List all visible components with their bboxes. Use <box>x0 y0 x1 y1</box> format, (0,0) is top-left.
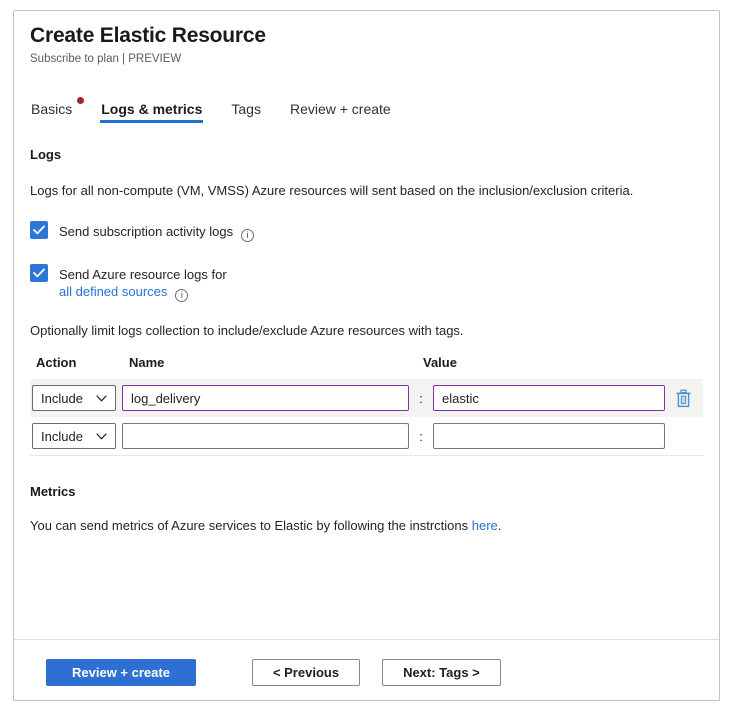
page-title: Create Elastic Resource <box>30 23 703 49</box>
delete-row-button[interactable] <box>671 386 695 410</box>
trash-icon <box>675 389 692 408</box>
tag-rules-table: Action Name Value Include : <box>30 355 703 456</box>
column-header-name: Name <box>120 355 411 370</box>
action-dropdown-value: Include <box>41 391 83 406</box>
tag-value-input[interactable] <box>433 423 665 449</box>
tab-tags[interactable]: Tags <box>230 101 262 123</box>
resource-logs-checkbox[interactable] <box>30 264 48 282</box>
tag-name-input[interactable] <box>122 385 409 411</box>
instructions-here-link[interactable]: here <box>472 518 498 533</box>
resource-logs-row: Send Azure resource logs for all defined… <box>30 264 703 302</box>
tab-review-create[interactable]: Review + create <box>289 101 392 123</box>
review-create-button[interactable]: Review + create <box>46 659 196 686</box>
key-value-separator: : <box>415 391 427 406</box>
action-dropdown-value: Include <box>41 429 83 444</box>
metrics-section-heading: Metrics <box>30 484 703 499</box>
tab-basics-label: Basics <box>31 101 72 117</box>
panel-content: Create Elastic Resource Subscribe to pla… <box>14 11 719 639</box>
tag-name-input[interactable] <box>122 423 409 449</box>
tab-basics[interactable]: Basics <box>30 101 73 123</box>
tab-review-create-label: Review + create <box>290 101 391 117</box>
info-icon[interactable] <box>175 289 188 302</box>
page-subtitle: Subscribe to plan | PREVIEW <box>30 53 703 65</box>
activity-logs-label: Send subscription activity logs <box>59 221 254 242</box>
previous-button[interactable]: < Previous <box>252 659 360 686</box>
tag-rule-row-empty: Include : <box>30 417 703 455</box>
column-header-value: Value <box>423 355 667 370</box>
tag-value-input[interactable] <box>433 385 665 411</box>
tag-table-header: Action Name Value <box>30 355 703 379</box>
action-dropdown[interactable]: Include <box>32 423 116 449</box>
wizard-footer: Review + create < Previous Next: Tags > <box>14 639 719 700</box>
column-header-action: Action <box>30 355 114 370</box>
chevron-down-icon <box>96 433 107 440</box>
logs-section-heading: Logs <box>30 147 703 162</box>
action-dropdown[interactable]: Include <box>32 385 116 411</box>
info-icon[interactable] <box>241 229 254 242</box>
tag-rule-row: Include : <box>30 379 703 417</box>
validation-error-dot <box>77 97 84 104</box>
checkmark-icon <box>33 225 45 235</box>
tab-logs-metrics-label: Logs & metrics <box>101 101 202 117</box>
activity-logs-row: Send subscription activity logs <box>30 221 703 242</box>
metrics-description: You can send metrics of Azure services t… <box>30 517 703 534</box>
resource-logs-label: Send Azure resource logs for all defined… <box>59 264 227 302</box>
logs-description: Logs for all non-compute (VM, VMSS) Azur… <box>30 182 703 199</box>
create-elastic-resource-panel: Create Elastic Resource Subscribe to pla… <box>13 10 720 701</box>
activity-logs-checkbox[interactable] <box>30 221 48 239</box>
chevron-down-icon <box>96 395 107 402</box>
tab-tags-label: Tags <box>231 101 261 117</box>
key-value-separator: : <box>415 429 427 444</box>
checkmark-icon <box>33 268 45 278</box>
tab-bar: Basics Logs & metrics Tags Review + crea… <box>30 101 703 123</box>
tab-logs-metrics[interactable]: Logs & metrics <box>100 101 203 123</box>
all-defined-sources-link[interactable]: all defined sources <box>59 284 167 299</box>
next-tags-button[interactable]: Next: Tags > <box>382 659 501 686</box>
tags-hint-text: Optionally limit logs collection to incl… <box>30 322 703 339</box>
